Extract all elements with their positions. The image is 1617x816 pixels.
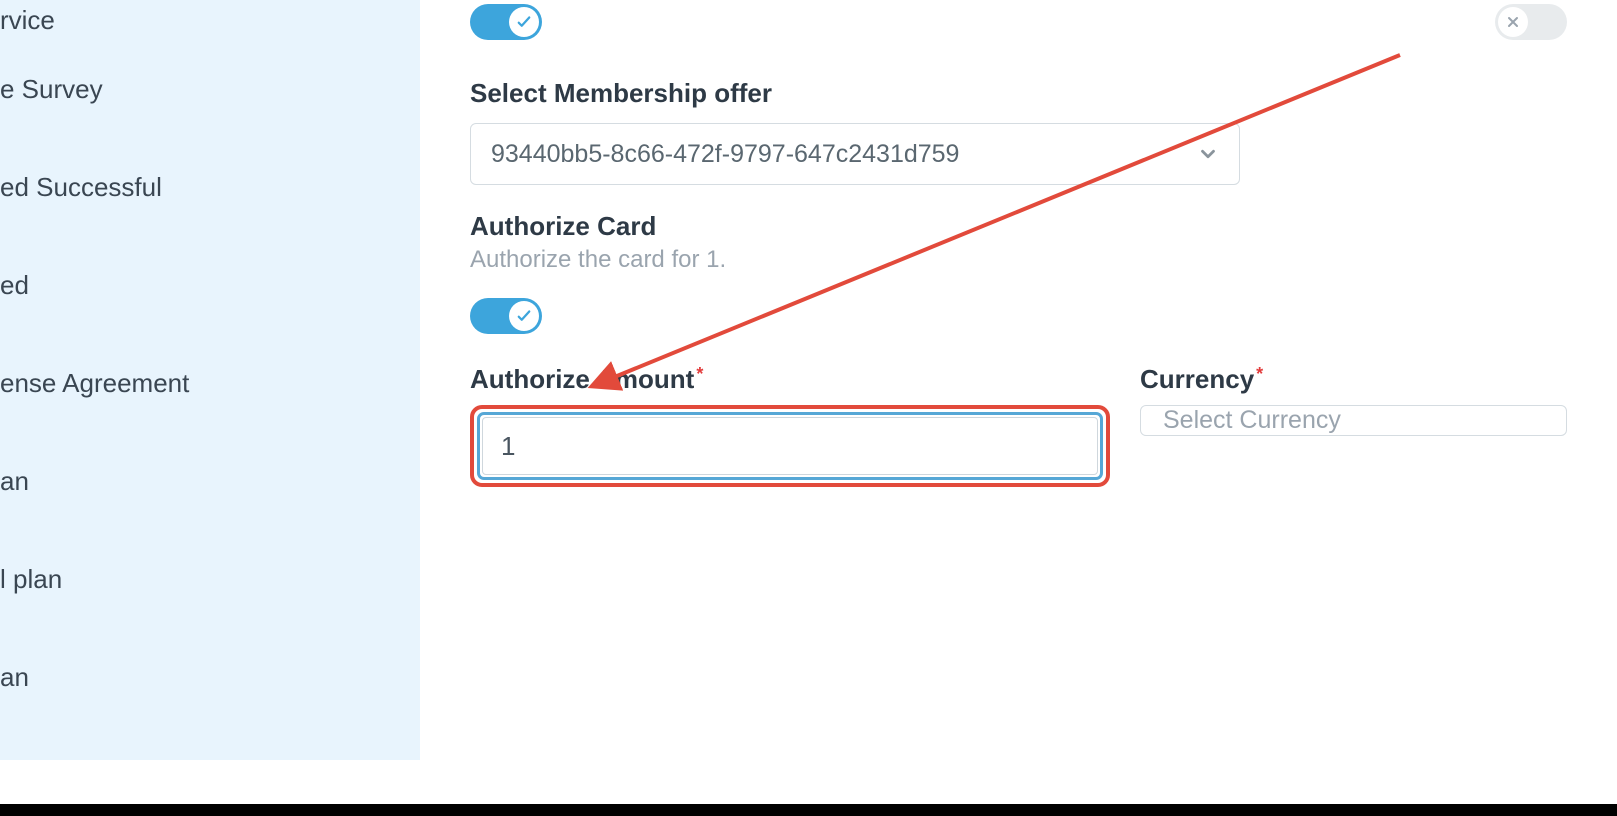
membership-label: Select Membership offer <box>470 78 1567 109</box>
sidebar-item-5[interactable]: an <box>0 432 420 530</box>
sidebar-item-1[interactable]: e Survey <box>0 40 420 138</box>
sidebar-item-label: rvice <box>0 5 55 36</box>
secondary-toggle[interactable] <box>1495 4 1567 40</box>
check-icon <box>509 7 539 37</box>
check-icon <box>509 301 539 331</box>
required-icon: * <box>696 364 703 384</box>
sidebar-item-3[interactable]: ed <box>0 236 420 334</box>
membership-section: Select Membership offer 93440bb5-8c66-47… <box>470 78 1567 185</box>
sidebar-item-label: an <box>0 662 29 693</box>
main-panel: Select Membership offer 93440bb5-8c66-47… <box>420 0 1617 816</box>
currency-label: Currency* <box>1140 364 1567 395</box>
sidebar-item-label: e Survey <box>0 74 103 105</box>
app-root: rvice e Survey ed Successful ed ense Agr… <box>0 0 1617 816</box>
authorize-amount-input[interactable] <box>482 417 1098 475</box>
sidebar-item-7[interactable]: an <box>0 628 420 726</box>
sidebar-item-label: l plan <box>0 564 62 595</box>
currency-select[interactable]: Select Currency <box>1140 405 1567 436</box>
sidebar: rvice e Survey ed Successful ed ense Agr… <box>0 0 420 760</box>
authorize-card-title: Authorize Card <box>470 211 1567 242</box>
focus-ring <box>477 412 1103 480</box>
membership-select-value: 93440bb5-8c66-472f-9797-647c2431d759 <box>491 140 959 169</box>
sidebar-item-2[interactable]: ed Successful <box>0 138 420 236</box>
authorize-card-subtitle: Authorize the card for 1. <box>470 246 1567 274</box>
amount-currency-row: Authorize Amount* Currency* Select Curre… <box>470 364 1567 487</box>
authorize-amount-highlight <box>470 405 1110 487</box>
authorize-card-toggle[interactable] <box>470 298 542 334</box>
sidebar-item-4[interactable]: ense Agreement <box>0 334 420 432</box>
close-icon <box>1498 7 1528 37</box>
sidebar-item-6[interactable]: l plan <box>0 530 420 628</box>
authorize-amount-col: Authorize Amount* <box>470 364 1110 487</box>
membership-toggle[interactable] <box>470 4 542 40</box>
sidebar-item-label: ed <box>0 270 29 301</box>
sidebar-item-label: ed Successful <box>0 172 162 203</box>
currency-col: Currency* Select Currency <box>1140 364 1567 436</box>
membership-select[interactable]: 93440bb5-8c66-472f-9797-647c2431d759 <box>470 123 1240 185</box>
currency-placeholder: Select Currency <box>1163 406 1341 435</box>
required-icon: * <box>1256 364 1263 384</box>
sidebar-item-0[interactable]: rvice <box>0 0 420 40</box>
sidebar-list: rvice e Survey ed Successful ed ense Agr… <box>0 0 420 726</box>
sidebar-item-label: an <box>0 466 29 497</box>
top-toggle-row <box>470 4 1567 40</box>
authorize-amount-label: Authorize Amount* <box>470 364 1110 395</box>
bottom-bar <box>0 804 1617 816</box>
chevron-down-icon <box>1197 143 1219 165</box>
annotation-frame <box>470 405 1110 487</box>
authorize-card-section: Authorize Card Authorize the card for 1. <box>470 211 1567 334</box>
sidebar-item-label: ense Agreement <box>0 368 189 399</box>
